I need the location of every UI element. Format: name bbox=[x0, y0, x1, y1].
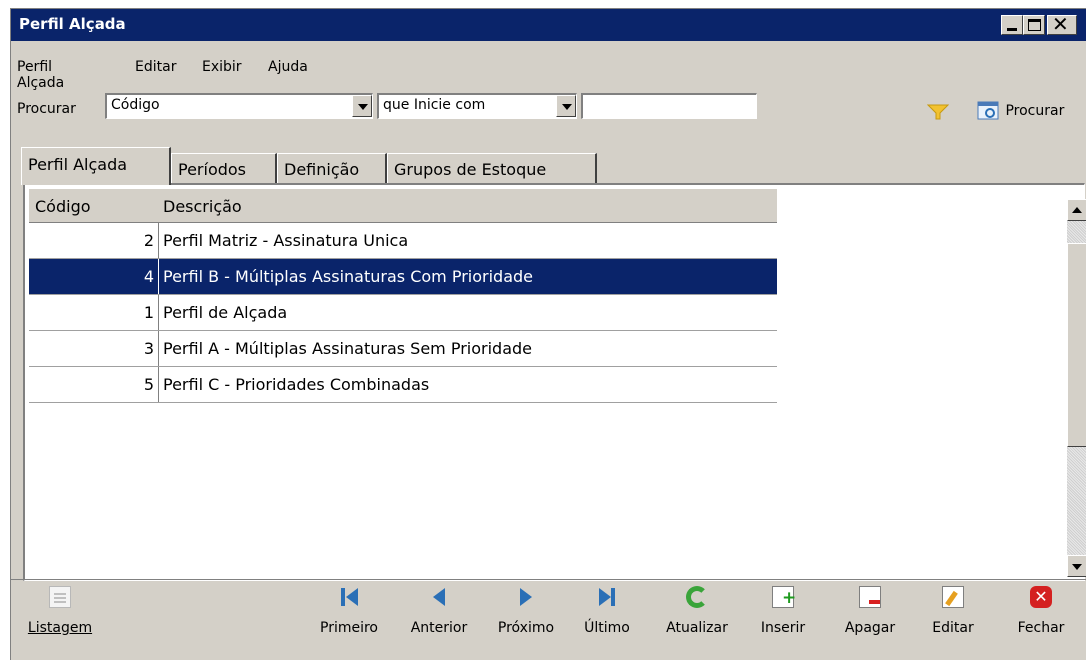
next-record-icon bbox=[515, 586, 537, 608]
tab-periodos[interactable]: Períodos bbox=[171, 153, 277, 183]
previous-record-icon bbox=[428, 586, 450, 608]
cell-codigo: 3 bbox=[29, 331, 159, 366]
search-operator-value: que Inicie com bbox=[383, 97, 486, 113]
atualizar-label: Atualizar bbox=[666, 620, 728, 636]
inserir-label: Inserir bbox=[760, 620, 806, 636]
grid-panel: Código Descrição 2 Perfil Matriz - Assin… bbox=[23, 183, 1086, 581]
primeiro-label: Primeiro bbox=[320, 620, 378, 636]
proximo-button[interactable]: Próximo bbox=[489, 586, 563, 636]
cell-codigo: 5 bbox=[29, 367, 159, 402]
search-input[interactable] bbox=[581, 93, 757, 119]
chevron-down-icon[interactable] bbox=[556, 95, 576, 117]
chevron-down-icon[interactable] bbox=[352, 95, 372, 117]
menu-perfil-alcada[interactable]: Perfil Alçada bbox=[17, 59, 64, 91]
menu-exibir[interactable]: Exibir bbox=[202, 59, 242, 75]
close-icon: ✕ bbox=[1052, 12, 1069, 36]
search-field-value: Código bbox=[111, 97, 160, 113]
apagar-label: Apagar bbox=[844, 620, 896, 636]
cell-descricao: Perfil de Alçada bbox=[163, 303, 288, 322]
close-window-button[interactable]: ✕ bbox=[1047, 12, 1077, 36]
cell-codigo: 2 bbox=[29, 223, 159, 258]
scroll-down-button[interactable] bbox=[1067, 555, 1086, 577]
last-record-icon bbox=[596, 586, 618, 608]
table-row[interactable]: 1 Perfil de Alçada bbox=[29, 295, 777, 331]
cell-descricao: Perfil A - Múltiplas Assinaturas Sem Pri… bbox=[163, 339, 532, 358]
atualizar-button[interactable]: Atualizar bbox=[657, 586, 737, 636]
filter-icon bbox=[926, 104, 950, 120]
tab-label: Períodos bbox=[178, 160, 247, 179]
search-button-label: Procurar bbox=[1005, 103, 1065, 119]
ultimo-button[interactable]: Último bbox=[579, 586, 635, 636]
tab-label: Grupos de Estoque bbox=[394, 160, 547, 179]
menu-editar[interactable]: Editar bbox=[135, 59, 176, 75]
minimize-icon bbox=[1007, 28, 1017, 31]
search-label: Procurar bbox=[17, 101, 76, 117]
proximo-label: Próximo bbox=[497, 620, 555, 636]
bottom-toolbar: Listagem Primeiro Anterior Próximo Últim… bbox=[11, 579, 1086, 660]
tab-label: Definição bbox=[284, 160, 360, 179]
tab-label: Perfil Alçada bbox=[28, 155, 128, 174]
tab-grupos-de-estoque[interactable]: Grupos de Estoque bbox=[387, 153, 597, 183]
fechar-button[interactable]: ✕ Fechar bbox=[1011, 586, 1071, 636]
listagem-label: Listagem bbox=[27, 620, 93, 636]
cell-codigo: 4 bbox=[29, 259, 159, 294]
cell-descricao: Perfil B - Múltiplas Assinaturas Com Pri… bbox=[163, 267, 533, 286]
filter-button[interactable] bbox=[926, 103, 950, 125]
edit-icon bbox=[942, 586, 964, 608]
table-row[interactable]: 3 Perfil A - Múltiplas Assinaturas Sem P… bbox=[29, 331, 777, 367]
editar-button[interactable]: Editar bbox=[925, 586, 981, 636]
editar-label: Editar bbox=[932, 620, 974, 636]
table-row[interactable]: 5 Perfil C - Prioridades Combinadas bbox=[29, 367, 777, 403]
grid-header: Código Descrição bbox=[29, 189, 777, 223]
window-title: Perfil Alçada bbox=[19, 15, 126, 33]
first-record-icon bbox=[338, 586, 360, 608]
apagar-button[interactable]: Apagar bbox=[837, 586, 903, 636]
maximize-icon bbox=[1028, 19, 1041, 31]
tab-perfil-alcada[interactable]: Perfil Alçada bbox=[21, 147, 171, 185]
listagem-button[interactable]: Listagem bbox=[25, 586, 95, 636]
scroll-up-button[interactable] bbox=[1067, 199, 1086, 221]
cell-codigo: 1 bbox=[29, 295, 159, 330]
vertical-scrollbar[interactable] bbox=[1067, 199, 1086, 577]
cell-descricao: Perfil C - Prioridades Combinadas bbox=[163, 375, 430, 394]
fechar-label: Fechar bbox=[1017, 620, 1065, 636]
data-grid: Código Descrição 2 Perfil Matriz - Assin… bbox=[29, 189, 777, 403]
ultimo-label: Último bbox=[584, 620, 630, 636]
table-row[interactable]: 2 Perfil Matriz - Assinatura Unica bbox=[29, 223, 777, 259]
column-header-codigo[interactable]: Código bbox=[35, 197, 91, 216]
app-window: Perfil Alçada ✕ Perfil Alçada Editar Exi… bbox=[10, 8, 1086, 660]
menu-ajuda[interactable]: Ajuda bbox=[268, 59, 308, 75]
search-icon bbox=[977, 101, 999, 120]
insert-icon bbox=[772, 586, 796, 608]
anterior-button[interactable]: Anterior bbox=[401, 586, 477, 636]
close-icon: ✕ bbox=[1030, 586, 1052, 608]
primeiro-button[interactable]: Primeiro bbox=[313, 586, 385, 636]
column-header-descricao[interactable]: Descrição bbox=[163, 197, 242, 216]
tab-definicao[interactable]: Definição bbox=[277, 153, 387, 183]
document-list-icon bbox=[49, 586, 71, 608]
title-bar: Perfil Alçada ✕ bbox=[11, 9, 1086, 41]
inserir-button[interactable]: Inserir bbox=[753, 586, 813, 636]
cell-descricao: Perfil Matriz - Assinatura Unica bbox=[163, 231, 409, 250]
maximize-button[interactable] bbox=[1023, 15, 1045, 35]
anterior-label: Anterior bbox=[410, 620, 468, 636]
delete-icon bbox=[859, 586, 881, 608]
scroll-thumb[interactable] bbox=[1067, 243, 1086, 447]
search-field-select[interactable]: Código bbox=[105, 93, 373, 119]
minimize-button[interactable] bbox=[1001, 15, 1023, 35]
search-operator-select[interactable]: que Inicie com bbox=[377, 93, 577, 119]
search-button[interactable]: Procurar bbox=[977, 99, 1064, 121]
table-row-selected[interactable]: 4 Perfil B - Múltiplas Assinaturas Com P… bbox=[29, 259, 777, 295]
refresh-icon bbox=[686, 586, 708, 608]
